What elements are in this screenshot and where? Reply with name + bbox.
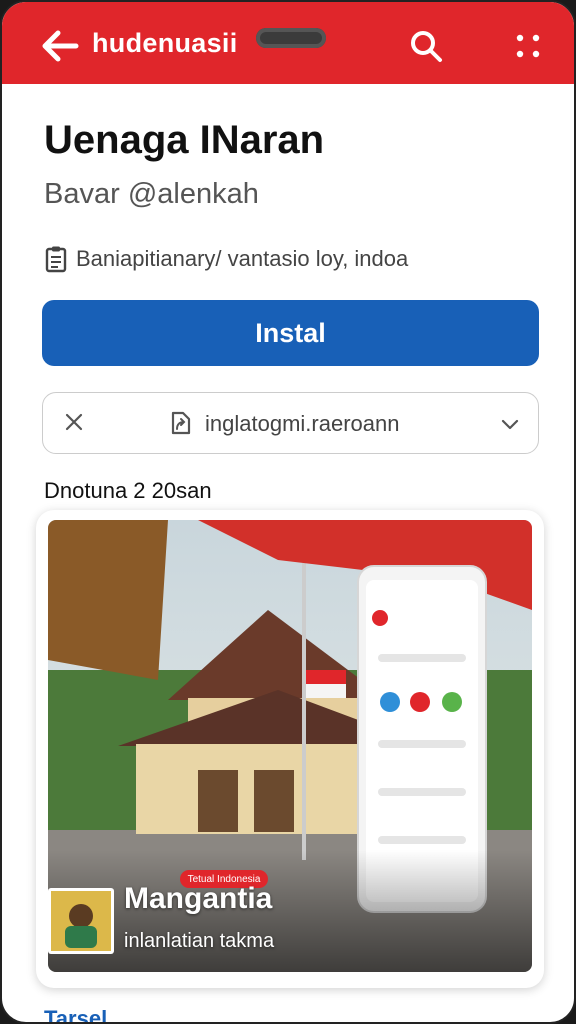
feature-title: Mangantia	[124, 882, 273, 915]
clipboard-icon	[45, 246, 67, 273]
developer-name[interactable]: Bavar @alenkah	[44, 178, 259, 211]
selector-label: inglatogmi.raeroann	[205, 411, 400, 436]
app-bar-title: hudenuasii	[92, 28, 238, 58]
app-meta: Baniapitianary/ vantasio loy, indoa	[44, 242, 408, 276]
search-icon[interactable]	[406, 26, 446, 66]
share-link-icon	[171, 411, 191, 435]
app-bar: hudenuasii	[2, 2, 574, 84]
app-meta-text: Baniapitianary/ vantasio loy, indoa	[76, 246, 409, 271]
phone-frame: hudenuasii Uenaga INaran Bavar @alenkah …	[0, 0, 576, 1024]
feature-image	[48, 520, 532, 972]
install-button[interactable]: Instal	[42, 300, 539, 366]
footer-link[interactable]: Tarsel	[44, 1006, 107, 1022]
camera-notch	[256, 28, 326, 48]
feature-subtitle: inlanlatian takma	[124, 930, 275, 952]
variant-selector[interactable]: inglatogmi.raeroann	[42, 392, 539, 454]
app-icon	[48, 888, 114, 954]
close-icon[interactable]	[63, 411, 85, 433]
section-heading: Dnotuna 2 20san	[44, 478, 212, 503]
back-arrow-icon[interactable]	[38, 24, 82, 68]
app-name: Uenaga INaran	[44, 118, 325, 162]
chevron-down-icon[interactable]	[499, 413, 521, 435]
more-options-icon[interactable]	[510, 28, 546, 64]
